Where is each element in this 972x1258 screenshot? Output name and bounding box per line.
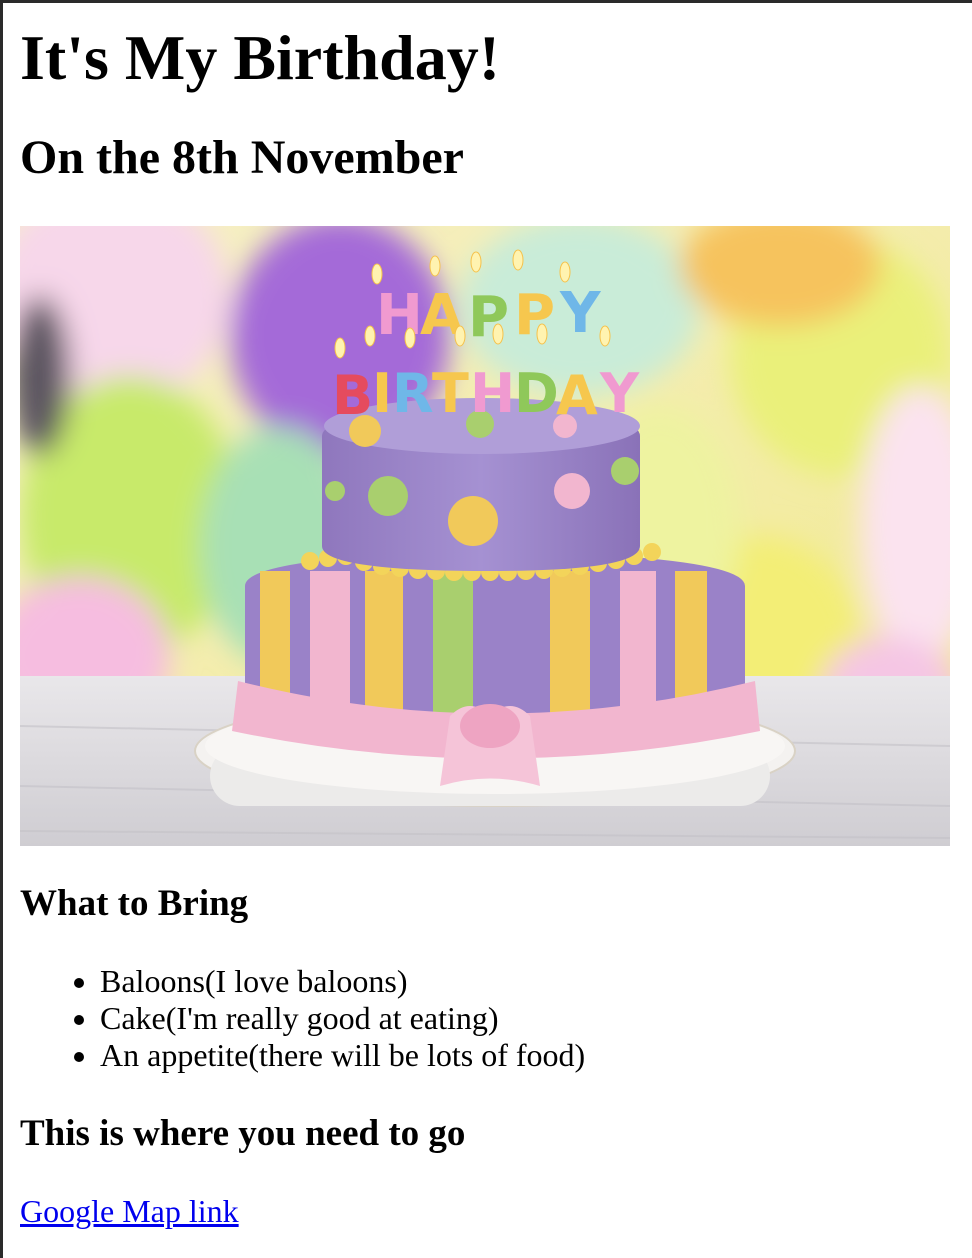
birthday-candles: B I R T H D A Y — [332, 362, 640, 427]
list-item: An appetite(there will be lots of food) — [100, 1037, 972, 1074]
svg-text:P: P — [468, 285, 509, 350]
bring-list: Baloons(I love baloons) Cake(I'm really … — [20, 963, 972, 1074]
list-item: Cake(I'm really good at eating) — [100, 1000, 972, 1037]
svg-text:H: H — [376, 283, 423, 348]
svg-text:R: R — [392, 362, 434, 425]
svg-text:D: D — [514, 362, 559, 425]
list-item: Baloons(I love baloons) — [100, 963, 972, 1000]
svg-text:I: I — [372, 362, 392, 425]
svg-text:Y: Y — [599, 362, 640, 425]
svg-text:T: T — [432, 362, 469, 425]
what-to-bring-heading: What to Bring — [20, 883, 249, 924]
map-link-paragraph: Google Map link — [20, 1193, 972, 1230]
svg-text:P: P — [514, 283, 555, 348]
svg-text:H: H — [470, 362, 515, 425]
page: It's My Birthday! On the 8th November H … — [3, 23, 972, 1230]
svg-text:B: B — [332, 364, 373, 427]
svg-text:A: A — [556, 364, 598, 427]
page-title: It's My Birthday! — [20, 22, 500, 93]
svg-text:Y: Y — [559, 281, 602, 346]
birthday-cake-image: H A P P Y B I R T H D A Y — [20, 226, 950, 846]
google-map-link[interactable]: Google Map link — [20, 1193, 239, 1229]
date-heading: On the 8th November — [20, 131, 464, 184]
where-to-go-heading: This is where you need to go — [20, 1113, 466, 1154]
